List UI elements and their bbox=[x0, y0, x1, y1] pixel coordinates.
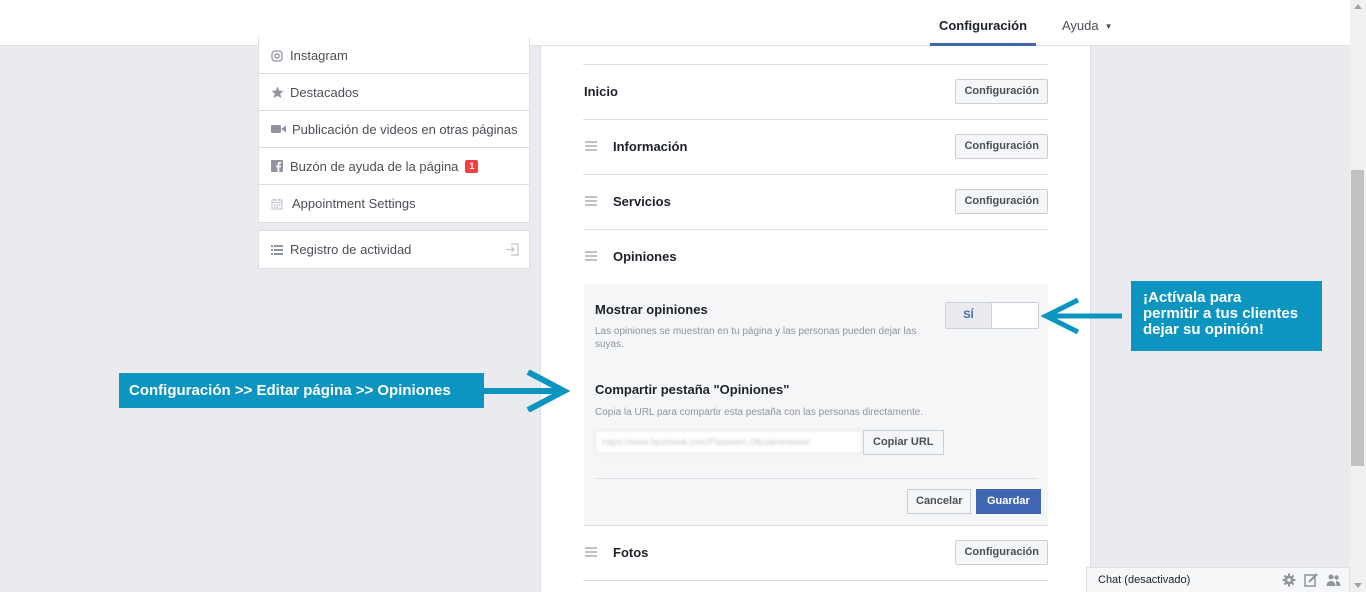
arrow-left-icon bbox=[1040, 297, 1122, 335]
share-tab-title: Compartir pestaña "Opiniones" bbox=[595, 382, 790, 397]
sidebar-item-activity-log[interactable]: Registro de actividad bbox=[258, 230, 530, 269]
tab-row-title: Inicio bbox=[584, 84, 618, 99]
notification-badge: 1 bbox=[465, 159, 479, 173]
tab-row-reviews[interactable]: Opiniones bbox=[583, 229, 1048, 284]
gear-icon[interactable] bbox=[1282, 573, 1296, 587]
callout-line: dejar su opinión! bbox=[1143, 321, 1264, 338]
sidebar-item-crossposting[interactable]: Publicación de videos en otras páginas bbox=[259, 111, 529, 148]
drag-handle-icon[interactable] bbox=[585, 196, 597, 206]
page-scrollbar[interactable] bbox=[1350, 0, 1366, 592]
tab-row-title: Servicios bbox=[613, 194, 671, 209]
tab-help[interactable]: Ayuda ▼ bbox=[1062, 0, 1113, 46]
path-callout: Configuración >> Editar página >> Opinio… bbox=[119, 373, 484, 408]
toggle-on-label: SÍ bbox=[946, 303, 992, 328]
sidebar-item-appointments[interactable]: Appointment Settings bbox=[259, 185, 529, 222]
scrollbar-thumb[interactable] bbox=[1351, 170, 1364, 466]
tab-row-next bbox=[583, 580, 1048, 590]
share-tab-description: Copia la URL para compartir esta pestaña… bbox=[595, 407, 924, 418]
people-icon[interactable] bbox=[1326, 573, 1341, 587]
drag-handle-icon[interactable] bbox=[585, 141, 597, 151]
show-reviews-title: Mostrar opiniones bbox=[595, 302, 708, 317]
scroll-up-icon[interactable] bbox=[1354, 4, 1362, 9]
sidebar-item-label: Appointment Settings bbox=[292, 196, 416, 211]
services-settings-button[interactable]: Configuración bbox=[955, 189, 1048, 214]
video-camera-icon bbox=[269, 121, 287, 137]
callout-line: permitir a tus clientes bbox=[1143, 305, 1299, 322]
scroll-down-icon[interactable] bbox=[1354, 583, 1362, 588]
sidebar-item-label: Destacados bbox=[290, 84, 359, 100]
calendar-icon bbox=[269, 196, 285, 212]
sidebar-item-label: Instagram bbox=[290, 48, 348, 63]
about-settings-button[interactable]: Configuración bbox=[955, 134, 1048, 159]
star-icon bbox=[269, 84, 285, 100]
callout-line: ¡Actívala para bbox=[1143, 289, 1242, 306]
share-url-field[interactable]: https://www.facebook.com/Pastelero.Ofici… bbox=[595, 430, 863, 454]
tab-row-home: Inicio Configuración bbox=[583, 64, 1048, 119]
sidebar-menu: Instagram Destacados Publicación de vide… bbox=[258, 38, 530, 223]
save-button[interactable]: Guardar bbox=[976, 489, 1041, 514]
drag-handle-icon[interactable] bbox=[585, 251, 597, 261]
sidebar-item-support-inbox[interactable]: Buzón de ayuda de la página 1 bbox=[259, 148, 529, 185]
drag-handle-icon[interactable] bbox=[585, 547, 597, 557]
open-link-icon bbox=[506, 243, 519, 259]
tab-row-title: Información bbox=[613, 139, 688, 154]
tab-row-title: Fotos bbox=[613, 545, 649, 560]
facebook-icon bbox=[269, 158, 285, 174]
tab-row-photos[interactable]: Fotos Configuración bbox=[583, 525, 1048, 580]
compose-icon[interactable] bbox=[1304, 573, 1318, 587]
sidebar-item-label: Registro de actividad bbox=[290, 242, 412, 257]
reviews-settings-box: Mostrar opiniones Las opiniones se muest… bbox=[584, 284, 1048, 525]
list-icon bbox=[269, 242, 285, 258]
home-settings-button[interactable]: Configuración bbox=[955, 79, 1048, 104]
show-reviews-toggle[interactable]: SÍ bbox=[945, 302, 1039, 329]
caret-down-icon: ▼ bbox=[1104, 22, 1113, 31]
top-bar: Configuración Ayuda ▼ bbox=[0, 0, 1350, 46]
show-reviews-description: Las opiniones se muestran en tu página y… bbox=[595, 326, 917, 350]
chat-label: Chat (desactivado) bbox=[1098, 574, 1191, 586]
sidebar-item-label: Publicación de videos en otras páginas bbox=[292, 121, 518, 137]
tab-row-services[interactable]: Servicios Configuración bbox=[583, 174, 1048, 229]
tab-settings[interactable]: Configuración bbox=[930, 0, 1036, 46]
sidebar-item-label: Buzón de ayuda de la página bbox=[290, 158, 459, 174]
cancel-button[interactable]: Cancelar bbox=[907, 489, 972, 514]
sidebar-item-featured[interactable]: Destacados bbox=[259, 74, 529, 111]
activate-callout: ¡Actívala para permitir a tus clientes d… bbox=[1131, 281, 1322, 351]
photos-settings-button[interactable]: Configuración bbox=[955, 540, 1048, 565]
chat-bar[interactable]: Chat (desactivado) bbox=[1086, 567, 1350, 592]
help-label: Ayuda bbox=[1062, 18, 1099, 33]
tab-row-title: Opiniones bbox=[613, 249, 677, 264]
instagram-icon bbox=[269, 48, 285, 64]
tab-row-about[interactable]: Información Configuración bbox=[583, 119, 1048, 174]
divider bbox=[595, 478, 1038, 479]
sidebar-item-instagram[interactable]: Instagram bbox=[259, 38, 529, 74]
tabs-settings-panel: Inicio Configuración Información Configu… bbox=[540, 46, 1091, 592]
arrow-right-icon bbox=[484, 370, 570, 412]
copy-url-button[interactable]: Copiar URL bbox=[863, 430, 944, 455]
